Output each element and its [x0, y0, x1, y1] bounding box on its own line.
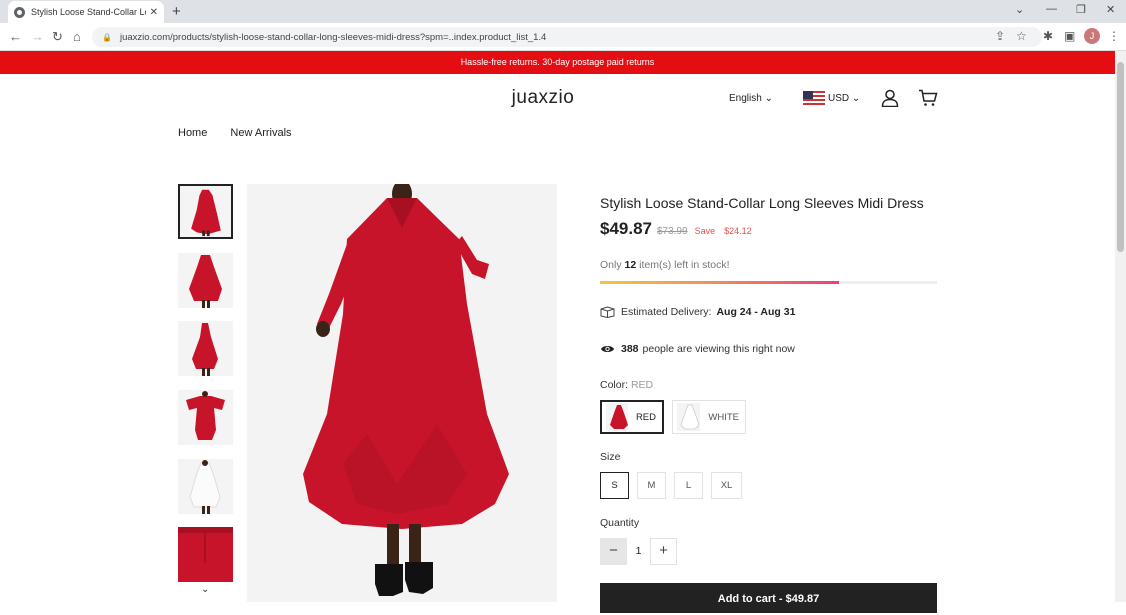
- reload-icon[interactable]: ↻: [52, 29, 63, 45]
- browser-toolbar: ← → ↻ ⌂ 🔒 juaxzio.com/products/stylish-l…: [0, 23, 1126, 51]
- currency-selector[interactable]: USD ⌄: [828, 93, 860, 104]
- quantity-label: Quantity: [600, 517, 640, 529]
- nav-item-new-arrivals[interactable]: New Arrivals: [230, 127, 291, 139]
- language-label: English: [729, 93, 762, 104]
- close-window-icon[interactable]: ✕: [1106, 3, 1115, 16]
- size-label: Size: [600, 451, 621, 463]
- product-thumbnail[interactable]: [178, 253, 233, 308]
- stock-prefix: Only: [600, 259, 622, 271]
- viewers-notice: 388 people are viewing this right now: [600, 343, 795, 355]
- extensions-icon[interactable]: ✱: [1043, 29, 1053, 43]
- color-option-label: RED: [635, 411, 656, 423]
- save-label: Save: [694, 226, 716, 236]
- color-option-white[interactable]: WHITE: [672, 400, 746, 434]
- minimize-icon[interactable]: —: [1046, 3, 1057, 15]
- new-tab-icon[interactable]: +: [172, 3, 181, 20]
- profile-avatar[interactable]: J: [1084, 28, 1100, 44]
- estimated-delivery: Estimated Delivery: Aug 24 - Aug 31: [600, 306, 795, 318]
- original-price: $73.99: [657, 226, 688, 237]
- site-logo[interactable]: juaxzio: [500, 87, 586, 109]
- stock-progress-fill: [600, 281, 840, 284]
- product-thumbnail[interactable]: [178, 527, 233, 582]
- lock-icon: 🔒: [102, 32, 112, 42]
- stock-count: 12: [624, 259, 637, 271]
- quantity-decrease-button[interactable]: −: [600, 538, 627, 565]
- product-title: Stylish Loose Stand-Collar Long Sleeves …: [600, 195, 924, 211]
- color-option-label: WHITE: [708, 411, 739, 423]
- browser-tab[interactable]: Stylish Loose Stand-Collar Long Sleeves …: [8, 1, 164, 23]
- tab-search-icon[interactable]: ⌄: [1015, 3, 1024, 16]
- quantity-increase-button[interactable]: +: [650, 538, 677, 565]
- size-option-xl[interactable]: XL: [711, 472, 742, 499]
- eye-icon: [601, 346, 614, 352]
- delivery-dates: Aug 24 - Aug 31: [716, 306, 796, 318]
- side-panel-icon[interactable]: ▣: [1064, 29, 1075, 43]
- add-to-cart-button[interactable]: Add to cart - $49.87: [600, 583, 937, 613]
- product-thumbnail[interactable]: [178, 390, 233, 445]
- color-selected: RED: [630, 379, 654, 391]
- tab-title: Stylish Loose Stand-Collar Long Sleeves …: [31, 7, 146, 17]
- current-price: $49.87: [600, 219, 652, 238]
- site-favicon-icon: [14, 6, 25, 18]
- stock-suffix: item(s) left in stock!: [639, 259, 730, 271]
- package-icon: [600, 306, 615, 318]
- size-option-l[interactable]: L: [674, 472, 703, 499]
- viewing-text: people are viewing this right now: [642, 343, 795, 355]
- back-icon[interactable]: ←: [9, 29, 22, 44]
- stock-progress-bar: [600, 281, 937, 284]
- delivery-label: Estimated Delivery:: [621, 306, 712, 318]
- main-nav: Home New Arrivals: [178, 127, 312, 139]
- browser-tab-bar: Stylish Loose Stand-Collar Long Sleeves …: [0, 0, 1126, 23]
- color-label-text: Color:: [600, 379, 629, 391]
- restore-icon[interactable]: ❐: [1076, 3, 1086, 16]
- close-tab-icon[interactable]: ✕: [150, 7, 158, 18]
- size-option-s[interactable]: S: [600, 472, 629, 499]
- viewing-count: 388: [621, 343, 639, 355]
- white-dress-swatch-image: [677, 403, 701, 431]
- nav-item-home[interactable]: Home: [178, 127, 207, 139]
- chevron-down-icon: ⌄: [764, 93, 773, 104]
- language-selector[interactable]: English ⌄: [729, 93, 773, 104]
- red-dress-swatch-image: [606, 403, 628, 431]
- account-icon[interactable]: [881, 89, 899, 107]
- price-row: $49.87 $73.99 Save $24.12: [600, 219, 752, 239]
- product-thumbnail[interactable]: [178, 184, 233, 239]
- size-option-m[interactable]: M: [637, 472, 666, 499]
- chevron-down-icon[interactable]: ⌄: [201, 584, 209, 595]
- scrollbar-thumb[interactable]: [1117, 62, 1124, 252]
- us-flag-icon: [803, 91, 825, 105]
- stock-notice: Only 12 item(s) left in stock!: [600, 259, 730, 271]
- home-icon[interactable]: ⌂: [73, 29, 81, 44]
- color-option-red[interactable]: RED: [600, 400, 664, 434]
- product-thumbnail[interactable]: [178, 459, 233, 514]
- bookmark-star-icon[interactable]: ☆: [1016, 29, 1027, 43]
- quantity-input[interactable]: 1: [627, 538, 650, 565]
- share-icon[interactable]: ⇪: [995, 29, 1005, 43]
- forward-icon[interactable]: →: [31, 29, 44, 44]
- url-text: juaxzio.com/products/stylish-loose-stand…: [119, 31, 547, 43]
- product-thumbnail[interactable]: [178, 321, 233, 376]
- currency-label: USD: [828, 93, 850, 104]
- cart-icon[interactable]: [918, 89, 938, 107]
- chevron-down-icon: ⌄: [851, 93, 861, 104]
- product-main-image[interactable]: [247, 184, 557, 602]
- menu-icon[interactable]: ⋮: [1108, 29, 1120, 43]
- color-label: Color: RED: [600, 379, 653, 391]
- save-amount: $24.12: [724, 226, 752, 236]
- announcement-bar: Hassle-free returns. 30-day postage paid…: [0, 51, 1115, 74]
- address-bar[interactable]: 🔒 juaxzio.com/products/stylish-loose-sta…: [92, 27, 1042, 47]
